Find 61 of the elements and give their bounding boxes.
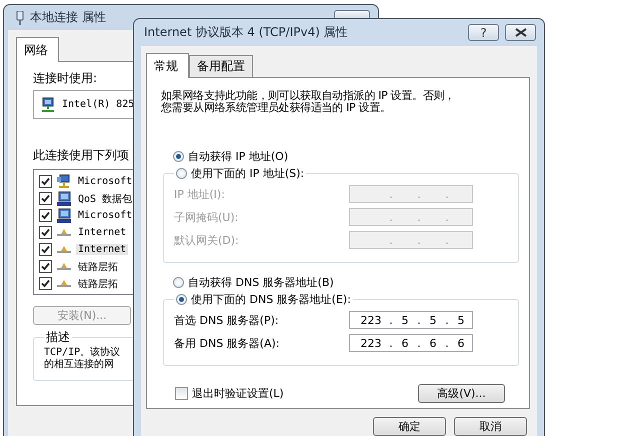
field-label: 子网掩码(U): (174, 210, 238, 224)
check-icon (40, 261, 51, 272)
network-protocol-icon (57, 229, 71, 236)
network-adapter-icon (40, 96, 56, 112)
checkbox[interactable] (39, 260, 52, 273)
group-title: 描述 (45, 329, 71, 346)
list-item[interactable]: Internet (76, 227, 128, 238)
ip-address-field[interactable]: 223 . 5 . 5 . 5 (349, 311, 473, 329)
radio-button[interactable]: 使用下面的 DNS 服务器地址(E): (174, 292, 353, 307)
field-label: IP 地址(I): (174, 186, 225, 202)
advanced-button[interactable]: 高级(V)... (418, 384, 505, 403)
computer-icon (56, 190, 72, 206)
checkbox[interactable] (39, 175, 52, 188)
list-item[interactable]: 链路层拓 (76, 276, 120, 290)
field-label: 默认网关(D): (174, 232, 239, 248)
plug-icon (16, 10, 24, 24)
checkbox[interactable] (39, 192, 52, 205)
help-button[interactable]: ? (468, 24, 499, 41)
radio-button[interactable]: 自动获得 DNS 服务器地址(B) (173, 274, 517, 290)
radio-button[interactable]: 使用下面的 IP 地址(S): (174, 166, 306, 181)
tab[interactable]: 备用配置 (189, 55, 253, 77)
check-icon (40, 193, 51, 204)
check-icon (40, 244, 51, 255)
checkbox[interactable] (39, 243, 52, 256)
field-label: 首选 DNS 服务器(P): (174, 312, 279, 328)
checkbox[interactable] (39, 209, 52, 222)
computer-icon (56, 208, 72, 224)
adapter-name: Intel(R) 825 (62, 99, 134, 110)
checkbox[interactable] (39, 226, 52, 239)
intro-text: 如果网络支持此功能，则可以获取自动指派的 IP 设置。否则， (161, 90, 456, 102)
intro-text: 您需要从网络系统管理员处获得适当的 IP 设置。 (161, 102, 392, 114)
list-item[interactable]: Microsoft (76, 176, 134, 187)
checkbox[interactable] (39, 277, 52, 290)
list-item[interactable]: QoS 数据包 (76, 192, 134, 206)
checkbox[interactable]: 退出时验证设置(L) (175, 386, 284, 401)
list-item[interactable]: Microsoft (76, 210, 134, 221)
description-text: 的相互连接的网 (44, 359, 115, 370)
network-protocol-icon (57, 263, 71, 270)
tab[interactable]: 网络 (16, 37, 59, 62)
window-title: 本地连接 属性 (30, 9, 107, 26)
close-button[interactable] (505, 24, 536, 41)
check-icon (40, 227, 51, 238)
label: 连接时使用: (33, 70, 98, 87)
network-protocol-icon (57, 280, 71, 287)
cancel-button[interactable]: 取消 (454, 417, 527, 436)
radio-button[interactable]: 自动获得 IP 地址(O) (173, 148, 517, 164)
check-icon (40, 278, 51, 289)
label: 此连接使用下列项 (33, 147, 129, 164)
check-icon (40, 176, 51, 187)
ok-button[interactable]: 确定 (373, 417, 446, 436)
window-title: Internet 协议版本 4 (TCP/IPv4) 属性 (144, 24, 349, 41)
description-text: TCP/IP。该协议 (44, 347, 122, 358)
close-icon (514, 28, 526, 37)
ip-address-field[interactable]: 223 . 6 . 6 . 6 (349, 334, 473, 352)
tab[interactable]: 常规 (146, 53, 189, 78)
network-computer-icon (56, 174, 72, 190)
list-item[interactable]: 链路层拓 (76, 260, 120, 274)
network-protocol-icon (57, 246, 71, 253)
field-label: 备用 DNS 服务器(A): (174, 336, 280, 350)
list-item[interactable]: Internet (76, 244, 128, 255)
check-icon (40, 210, 51, 221)
